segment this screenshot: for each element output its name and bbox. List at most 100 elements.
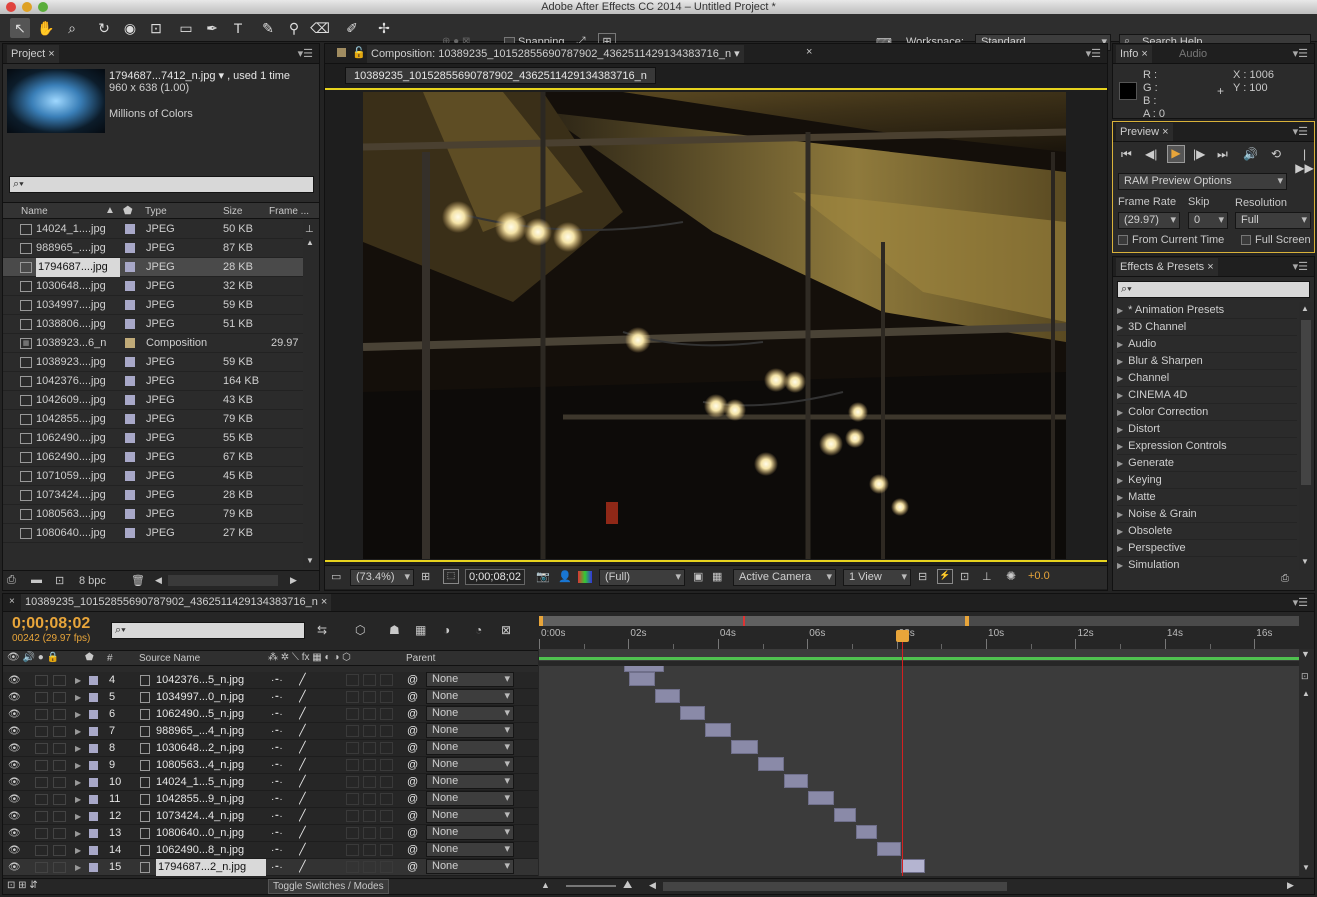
disclosure-triangle-icon[interactable]: ▶: [1117, 425, 1123, 434]
clone-stamp-tool-icon[interactable]: ⚲: [284, 18, 304, 38]
quality-switch-icon[interactable]: ╱: [299, 808, 306, 825]
parent-pickwhip-icon[interactable]: @: [407, 774, 418, 791]
layer-row[interactable]: 👁 ▶ 6 1062490...5_n.jpg ·⁃· ╱ @ None: [3, 706, 538, 723]
effects-category-item[interactable]: ▶ Distort: [1117, 421, 1297, 438]
expand-layer-icon[interactable]: ▶: [75, 791, 81, 808]
solo-switch[interactable]: [35, 675, 48, 686]
parent-dropdown[interactable]: None: [426, 808, 514, 823]
parent-dropdown[interactable]: None: [426, 672, 514, 687]
layer-row[interactable]: 👁 ▶ 10 14024_1...5_n.jpg ·⁃· ╱ @ None: [3, 774, 538, 791]
label-color-swatch[interactable]: [125, 243, 135, 253]
expand-layer-icon[interactable]: ▶: [75, 689, 81, 706]
layer-source-name[interactable]: 1080563...4_n.jpg: [156, 757, 266, 774]
comp-button-icon[interactable]: ⊡: [1301, 671, 1309, 682]
motion-blur-switch[interactable]: [363, 725, 376, 737]
project-item-name[interactable]: 1038923...6_n: [36, 334, 120, 353]
ram-preview-icon[interactable]: |▶▶: [1295, 147, 1314, 175]
layer-source-name[interactable]: 1794687...2_n.jpg: [156, 859, 266, 876]
layer-source-name[interactable]: 1062490...8_n.jpg: [156, 842, 266, 859]
panel-menu-icon[interactable]: ▾☰: [1293, 596, 1308, 609]
quality-switch-icon[interactable]: ╱: [299, 825, 306, 842]
new-folder-icon[interactable]: ⎙: [1281, 573, 1289, 584]
scroll-left-icon[interactable]: ◀: [155, 575, 162, 586]
project-item-name[interactable]: 1073424....jpg: [36, 486, 120, 505]
layer-source-name[interactable]: 1042376...5_n.jpg: [156, 672, 266, 689]
snapshot-camera-icon[interactable]: 📷: [536, 570, 550, 583]
project-item-row[interactable]: 1794687....jpg JPEG 28 KB: [3, 258, 303, 277]
scroll-up-icon[interactable]: ▼: [1301, 649, 1310, 659]
disclosure-triangle-icon[interactable]: ▶: [1117, 510, 1123, 519]
next-frame-icon[interactable]: |▶: [1193, 147, 1205, 161]
trash-icon[interactable]: 🗑: [131, 574, 145, 587]
panel-menu-icon[interactable]: ▾☰: [1293, 260, 1308, 273]
layer-source-name[interactable]: 1080640...0_n.jpg: [156, 825, 266, 842]
zoom-tool-icon[interactable]: ⌕: [62, 18, 82, 38]
roto-brush-tool-icon[interactable]: ✐: [342, 18, 362, 38]
parent-pickwhip-icon[interactable]: @: [407, 689, 418, 706]
lock-switch[interactable]: [53, 845, 66, 856]
effect-switch[interactable]: [346, 793, 359, 805]
first-frame-icon[interactable]: ⏮: [1121, 147, 1132, 162]
parent-pickwhip-icon[interactable]: @: [407, 672, 418, 689]
project-tab[interactable]: Project ×: [7, 45, 59, 63]
timeline-horizontal-scrollbar[interactable]: [663, 882, 1007, 891]
col-type[interactable]: Type: [145, 206, 167, 217]
pan-behind-tool-icon[interactable]: ⊡: [146, 18, 166, 38]
effect-switch[interactable]: [346, 674, 359, 686]
audio-icon[interactable]: 🔊: [1243, 147, 1258, 161]
quality-switch-icon[interactable]: ╱: [299, 723, 306, 740]
toggle-pixel-aspect-icon[interactable]: ⊟: [918, 570, 927, 583]
project-item-row[interactable]: 1042855....jpg JPEG 79 KB: [3, 410, 303, 429]
disclosure-triangle-icon[interactable]: ▶: [1117, 323, 1123, 332]
effects-search-input[interactable]: ⌕▾: [1117, 281, 1310, 298]
scroll-right-icon[interactable]: ▶: [290, 575, 297, 586]
shy-switch-icon[interactable]: ·⁃·: [271, 740, 283, 757]
resolution-dropdown[interactable]: (Full): [599, 569, 685, 586]
project-item-row[interactable]: 1042376....jpg JPEG 164 KB: [3, 372, 303, 391]
layer-bar[interactable]: [704, 723, 731, 737]
project-item-row[interactable]: 1073424....jpg JPEG 28 KB: [3, 486, 303, 505]
project-item-row[interactable]: 1062490....jpg JPEG 55 KB: [3, 429, 303, 448]
type-tool-icon[interactable]: T: [228, 18, 248, 38]
project-item-name[interactable]: 988965_....jpg: [36, 239, 120, 258]
project-item-name[interactable]: 1794687....jpg: [36, 258, 120, 277]
label-color-swatch[interactable]: [125, 224, 135, 234]
motion-blur-switch[interactable]: [363, 776, 376, 788]
shy-switch-icon[interactable]: ·⁃·: [271, 791, 283, 808]
solo-switch[interactable]: [35, 743, 48, 754]
expand-layer-icon[interactable]: ▶: [75, 825, 81, 842]
expand-layer-icon[interactable]: ▶: [75, 672, 81, 689]
composition-tab[interactable]: Composition: 10389235_10152855690787902_…: [367, 45, 744, 63]
frame-rate-dropdown[interactable]: (29.97): [1118, 212, 1180, 229]
layer-label-color[interactable]: [89, 795, 98, 804]
parent-dropdown[interactable]: None: [426, 706, 514, 721]
project-item-row[interactable]: 1071059....jpg JPEG 45 KB: [3, 467, 303, 486]
project-search-input[interactable]: ⌕▾: [9, 176, 314, 193]
play-pause-icon[interactable]: ▶: [1167, 145, 1185, 163]
effect-switch[interactable]: [346, 759, 359, 771]
3d-layer-switch[interactable]: [380, 844, 393, 856]
parent-header[interactable]: Parent: [406, 653, 435, 664]
shy-switch-icon[interactable]: ·⁃·: [271, 757, 283, 774]
scroll-down-icon[interactable]: ▼: [1302, 863, 1310, 872]
project-item-row[interactable]: 988965_....jpg JPEG 87 KB: [3, 239, 303, 258]
project-item-row[interactable]: 1030648....jpg JPEG 32 KB: [3, 277, 303, 296]
effects-category-item[interactable]: ▶ Expression Controls: [1117, 438, 1297, 455]
expand-layer-icon[interactable]: ▶: [75, 757, 81, 774]
project-item-name[interactable]: 1030648....jpg: [36, 277, 120, 296]
mask-visibility-icon[interactable]: ⬚: [443, 569, 459, 584]
brush-tool-icon[interactable]: ✎: [258, 18, 278, 38]
preview-tab[interactable]: Preview ×: [1116, 123, 1173, 141]
motion-blur-switch[interactable]: [363, 759, 376, 771]
timeline-scrollbar[interactable]: ▼ ⊡ ▲ ▼: [1299, 649, 1314, 877]
project-item-name[interactable]: 1042376....jpg: [36, 372, 120, 391]
label-color-swatch[interactable]: [125, 509, 135, 519]
solo-switch[interactable]: [35, 726, 48, 737]
previous-frame-icon[interactable]: ◀|: [1145, 147, 1157, 161]
layer-bar[interactable]: [629, 672, 655, 686]
parent-dropdown[interactable]: None: [426, 842, 514, 857]
3d-layer-switch[interactable]: [380, 725, 393, 737]
shy-switch-icon[interactable]: ·⁃·: [271, 842, 283, 859]
project-item-name[interactable]: 1071059....jpg: [36, 467, 120, 486]
expand-layer-icon[interactable]: ▶: [75, 808, 81, 825]
